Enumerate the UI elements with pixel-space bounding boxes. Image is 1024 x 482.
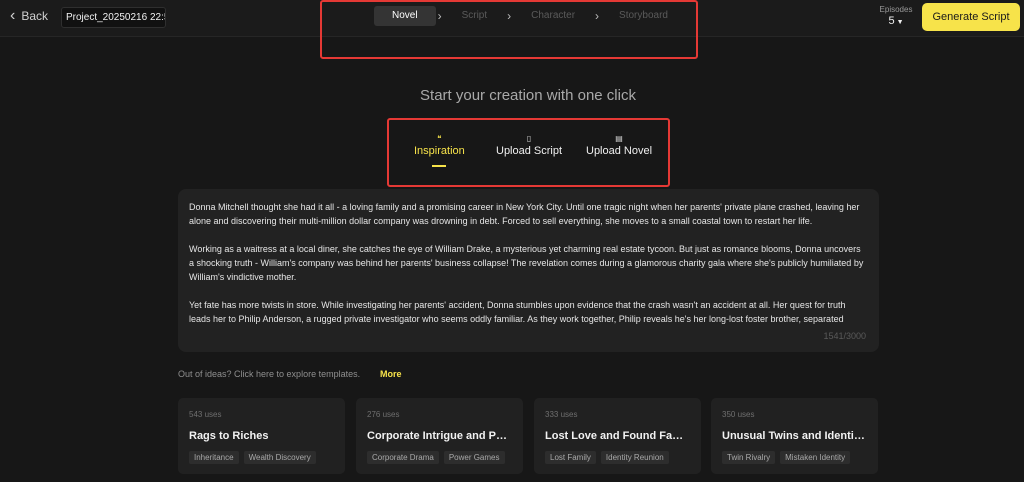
- back-button[interactable]: ‹ Back: [10, 7, 49, 24]
- template-tags: Lost Family Identity Reunion: [545, 451, 690, 464]
- step-novel[interactable]: Novel: [374, 6, 436, 26]
- back-label: Back: [21, 9, 49, 23]
- step-storyboard[interactable]: Storyboard: [601, 6, 686, 26]
- template-tag: Inheritance: [189, 451, 239, 464]
- template-tag: Identity Reunion: [600, 451, 669, 464]
- mode-tabs: ❝ Inspiration ▯ Upload Script ▤ Upload N…: [400, 133, 660, 178]
- tab-inspiration-label: Inspiration: [414, 145, 465, 157]
- story-textarea[interactable]: Donna Mitchell thought she had it all - …: [178, 189, 879, 352]
- episodes-value: 5: [888, 15, 895, 27]
- template-tag: Corporate Drama: [367, 451, 439, 464]
- caret-down-icon: ▼: [896, 19, 904, 26]
- tab-inspiration[interactable]: ❝ Inspiration: [414, 133, 465, 167]
- project-name-input[interactable]: Project_20250216 22:5: [61, 7, 166, 28]
- template-tags: Twin Rivalry Mistaken Identity: [722, 451, 867, 464]
- story-text: Donna Mitchell thought she had it all - …: [189, 200, 868, 330]
- template-tag: Lost Family: [545, 451, 596, 464]
- explore-templates-text: Out of ideas? Click here to explore temp…: [178, 369, 361, 379]
- template-card[interactable]: 276 uses Corporate Intrigue and Power Ga…: [356, 398, 523, 474]
- template-tags: Inheritance Wealth Discovery: [189, 451, 334, 464]
- chevron-right-icon: ›: [595, 9, 600, 23]
- template-card[interactable]: 333 uses Lost Love and Found Families Lo…: [534, 398, 701, 474]
- chevron-right-icon: ›: [437, 9, 442, 23]
- more-templates-link[interactable]: More: [380, 369, 402, 379]
- template-tag: Wealth Discovery: [243, 451, 316, 464]
- step-navigation: Novel › Script › Character › Storyboard: [374, 6, 686, 26]
- story-paragraph: Yet fate has more twists in store. While…: [189, 300, 846, 324]
- template-title: Rags to Riches: [189, 430, 269, 442]
- story-paragraph: Working as a waitress at a local diner, …: [189, 244, 864, 282]
- template-uses: 276 uses: [367, 410, 400, 419]
- page-title: Start your creation with one click: [420, 87, 636, 104]
- generate-script-button[interactable]: Generate Script: [922, 3, 1020, 31]
- template-card[interactable]: 543 uses Rags to Riches Inheritance Weal…: [178, 398, 345, 474]
- episodes-label: Episodes: [879, 5, 913, 14]
- tab-upload-novel-label: Upload Novel: [586, 145, 653, 157]
- template-title: Corporate Intrigue and Power Games: [367, 430, 512, 442]
- template-tag: Mistaken Identity: [780, 451, 851, 464]
- story-paragraph: Donna Mitchell thought she had it all - …: [189, 202, 860, 226]
- template-tag: Twin Rivalry: [722, 451, 776, 464]
- template-uses: 543 uses: [189, 410, 222, 419]
- template-uses: 333 uses: [545, 410, 578, 419]
- tab-upload-script[interactable]: ▯ Upload Script: [496, 133, 562, 157]
- top-bar: ‹ Back Project_20250216 22:5 Novel › Scr…: [0, 0, 1024, 37]
- template-title: Unusual Twins and Identity Swap: [722, 430, 867, 442]
- tab-upload-script-label: Upload Script: [496, 145, 563, 157]
- tab-upload-novel[interactable]: ▤ Upload Novel: [586, 133, 652, 157]
- step-character[interactable]: Character: [513, 6, 593, 26]
- template-tag: Power Games: [443, 451, 505, 464]
- quote-icon: ❝: [437, 134, 442, 143]
- template-uses: 350 uses: [722, 410, 755, 419]
- chevron-right-icon: ›: [507, 9, 512, 23]
- book-icon: ▤: [615, 134, 623, 143]
- episodes-value-wrap: 5 ▼: [876, 15, 916, 27]
- episodes-selector[interactable]: Episodes 5 ▼: [876, 5, 916, 27]
- template-card[interactable]: 350 uses Unusual Twins and Identity Swap…: [711, 398, 878, 474]
- template-title: Lost Love and Found Families: [545, 430, 690, 442]
- chevron-left-icon: ‹: [10, 7, 16, 24]
- template-tags: Corporate Drama Power Games: [367, 451, 512, 464]
- character-counter: 1541/3000: [823, 331, 866, 341]
- active-tab-underline: [432, 165, 447, 167]
- document-icon: ▯: [526, 134, 532, 143]
- step-script[interactable]: Script: [444, 6, 506, 26]
